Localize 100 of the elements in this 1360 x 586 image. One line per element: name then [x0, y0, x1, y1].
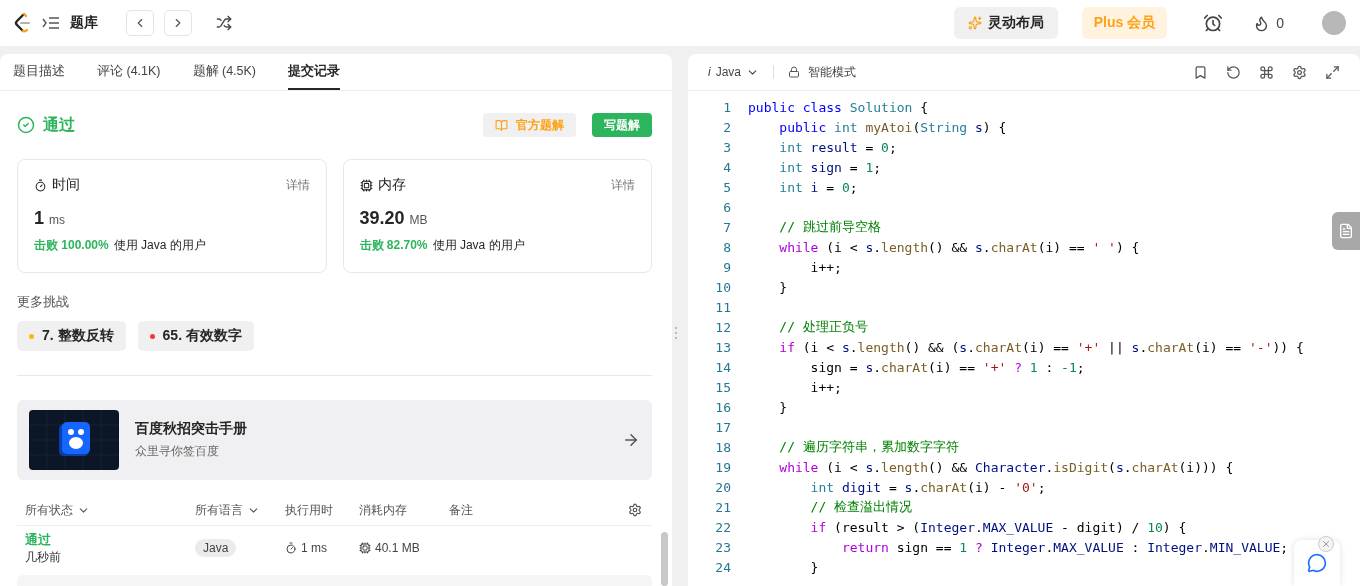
line-number: 14: [714, 359, 731, 375]
stat-value: 39.20: [359, 208, 405, 230]
tab[interactable]: 题解 (4.5K): [192, 54, 257, 90]
streak-button[interactable]: 0: [1253, 14, 1284, 32]
code-line: public class Solution {: [748, 99, 929, 115]
chip-icon: [359, 178, 373, 192]
command-icon[interactable]: [1259, 64, 1274, 80]
tab[interactable]: 提交记录: [288, 54, 341, 90]
code-line: while (i < s.length() && s.charAt(i) == ' ') {: [778, 239, 1140, 255]
code-line: // 检查溢出情况: [809, 498, 913, 516]
status-text: 通过: [43, 114, 75, 135]
shuffle-button[interactable]: [216, 15, 232, 31]
challenge-chip[interactable]: 7. 整数反转: [17, 321, 126, 352]
line-number: 23: [714, 539, 731, 555]
line-number: 8: [722, 239, 731, 255]
detail-link[interactable]: 详情: [285, 176, 310, 194]
stat-unit: ms: [49, 213, 65, 228]
beats-note: 使用 Java 的用户: [113, 237, 206, 255]
expand-icon[interactable]: [1325, 64, 1340, 80]
code-line: i++;: [809, 259, 842, 275]
beats-note: 使用 Java 的用户: [432, 237, 525, 255]
line-number: 13: [714, 339, 731, 355]
drag-handle[interactable]: [674, 326, 678, 340]
line-number: 12: [714, 319, 731, 335]
line-number: 11: [714, 299, 731, 315]
code-line: int i = 0;: [778, 179, 858, 195]
stat-label: 时间: [52, 176, 80, 195]
book-icon: [495, 118, 508, 132]
filter-dropdown[interactable]: 所有语言: [195, 501, 285, 519]
code-line: i++;: [809, 379, 842, 395]
line-number: 2: [722, 119, 731, 135]
settings-icon[interactable]: [628, 503, 642, 518]
code-line: while (i < s.length() && Character.isDigit(s.charAt(i))) {: [778, 459, 1234, 475]
language-tag: Java: [195, 539, 237, 558]
runtime-cell: 1 ms: [301, 541, 327, 556]
stat-value: 1: [34, 208, 44, 230]
code-line: }: [778, 279, 788, 295]
challenge-chip[interactable]: 65. 有效数字: [137, 321, 254, 352]
time-ago: 几秒前: [25, 548, 62, 566]
language-select[interactable]: i Java: [708, 65, 760, 79]
line-number: 3: [722, 139, 731, 155]
line-number: 17: [714, 419, 731, 435]
line-number: 18: [714, 439, 731, 455]
line-number: 16: [714, 399, 731, 415]
memory-cell: 40.1 MB: [375, 541, 420, 556]
chat-icon: [1307, 553, 1327, 573]
code-line: // 跳过前导空格: [778, 218, 881, 236]
code-line: int result = 0;: [778, 139, 897, 155]
scrollbar[interactable]: [661, 532, 668, 586]
bookmark-icon[interactable]: [1193, 64, 1208, 80]
line-number: 10: [714, 279, 731, 295]
close-icon: [1321, 539, 1331, 549]
tab[interactable]: 评论 (4.1K): [97, 54, 161, 90]
reset-icon[interactable]: [1226, 64, 1241, 80]
line-number: 15: [714, 379, 731, 395]
banner-title: 百度秋招突击手册: [135, 420, 248, 439]
logo-icon[interactable]: [14, 13, 32, 33]
chip-icon: [359, 542, 371, 555]
promo-banner[interactable]: 百度秋招突击手册 众里寻你签百度: [17, 400, 652, 481]
code-line: int digit = s.charAt(i) - '0';: [809, 479, 1046, 495]
line-number: 22: [714, 519, 731, 535]
chat-button[interactable]: [1294, 540, 1340, 586]
column-header: 备注: [449, 501, 474, 519]
code-line: if (result > (Integer.MAX_VALUE - digit) / 10) {: [809, 519, 1187, 535]
line-number: 4: [722, 159, 731, 175]
code-line: // 处理正负号: [778, 318, 868, 336]
code-line: if (i < s.length() && (s.charAt(i) == '+' || s.charAt(i) == '-')) {: [778, 339, 1304, 355]
line-number: 24: [714, 559, 731, 575]
mode-label: 智能模式: [808, 63, 857, 81]
list-icon[interactable]: [42, 16, 60, 30]
settings-icon[interactable]: [1292, 64, 1307, 80]
line-number: 5: [722, 179, 731, 195]
column-header: 消耗内存: [359, 501, 408, 519]
shuffle-icon: [216, 15, 232, 31]
filter-dropdown[interactable]: 所有状态: [25, 501, 195, 519]
tab[interactable]: 题目描述: [13, 54, 65, 90]
line-number: 21: [714, 499, 731, 515]
layout-button[interactable]: 灵动布局: [953, 7, 1058, 39]
alarm-button[interactable]: [1203, 13, 1224, 33]
line-number: 6: [722, 199, 731, 215]
stat-label: 内存: [377, 176, 406, 195]
check-icon: [17, 116, 35, 135]
stat-unit: MB: [409, 213, 428, 228]
banner-subtitle: 众里寻你签百度: [135, 443, 220, 461]
line-number: 7: [722, 219, 731, 235]
beats-percent: 击败 82.70%: [359, 237, 428, 255]
page-title: 题库: [70, 14, 98, 32]
detail-link[interactable]: 详情: [611, 176, 635, 194]
lock-icon: [788, 66, 801, 78]
section-title: 更多挑战: [17, 293, 70, 312]
code-line: }: [809, 559, 819, 575]
line-number: 1: [722, 99, 731, 115]
line-number: 20: [714, 479, 731, 495]
code-line: public int myAtoi(String s) {: [778, 119, 1007, 135]
code-line: sign = s.charAt(i) == '+' ? 1 : -1;: [809, 359, 1085, 375]
line-number: 19: [714, 459, 731, 475]
alarm-clock-icon: [1203, 13, 1224, 33]
close-button[interactable]: [1318, 536, 1334, 552]
column-header: 执行用时: [285, 501, 334, 519]
code-line: // 遍历字符串，累加数字字符: [778, 438, 959, 456]
